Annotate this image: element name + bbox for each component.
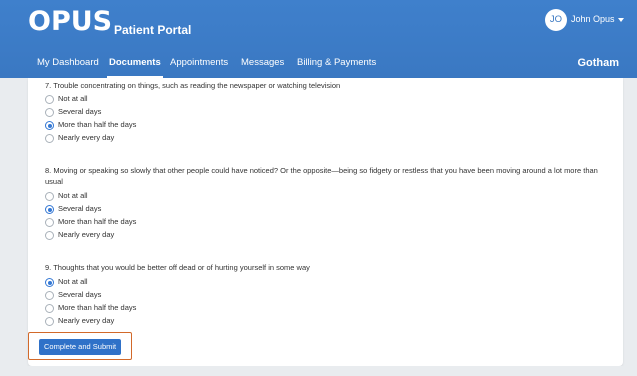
option-label: Several days — [58, 107, 102, 116]
portal-title: Patient Portal — [114, 23, 192, 37]
radio-button[interactable] — [45, 134, 54, 143]
opus-logo[interactable]: OPUS — [28, 6, 112, 38]
option-label: Nearly every day — [58, 133, 115, 142]
radio-button[interactable] — [45, 291, 54, 300]
radio-button[interactable] — [45, 108, 54, 117]
option-label: More than half the days — [58, 120, 137, 129]
radio-button[interactable] — [45, 95, 54, 104]
chevron-down-icon — [617, 17, 624, 22]
radio-button-selected[interactable] — [45, 205, 54, 214]
nav-documents-label: Documents — [109, 57, 161, 68]
avatar[interactable]: JO — [545, 9, 567, 31]
option-label: Not at all — [58, 191, 88, 200]
option-label: Not at all — [58, 277, 88, 286]
main-nav: My Dashboard Documents Appointments Mess… — [0, 48, 637, 78]
option-label: Nearly every day — [58, 316, 115, 325]
user-name: John Opus — [571, 14, 615, 24]
radio-button[interactable] — [45, 192, 54, 201]
question-8-text: 8. Moving or speaking so slowly that oth… — [45, 166, 598, 186]
complete-and-submit-button[interactable]: Complete and Submit — [39, 339, 122, 355]
page-bottom-gap — [28, 366, 623, 376]
nav-billing-payments[interactable]: Billing & Payments — [297, 48, 376, 78]
radio-button[interactable] — [45, 218, 54, 227]
question-7-text: 7. Trouble concentrating on things, such… — [45, 81, 341, 90]
radio-button[interactable] — [45, 317, 54, 326]
nav-appointments[interactable]: Appointments — [170, 48, 228, 78]
option-label: More than half the days — [58, 217, 137, 226]
option-label: Several days — [58, 290, 102, 299]
nav-documents[interactable]: Documents — [107, 48, 163, 78]
option-label: Nearly every day — [58, 230, 115, 239]
option-label: More than half the days — [58, 303, 137, 312]
radio-button[interactable] — [45, 231, 54, 240]
radio-button-selected[interactable] — [45, 278, 54, 287]
app-header: OPUS Patient Portal JO John Opus My Dash… — [0, 0, 637, 78]
radio-button-selected[interactable] — [45, 121, 54, 130]
radio-button[interactable] — [45, 304, 54, 313]
option-label: Not at all — [58, 94, 88, 103]
nav-my-dashboard[interactable]: My Dashboard — [37, 48, 99, 78]
option-label: Several days — [58, 204, 102, 213]
org-name: Gotham — [577, 57, 619, 69]
submit-highlight-box: Complete and Submit — [28, 332, 132, 360]
user-menu[interactable]: John Opus — [571, 14, 624, 24]
question-9-text: 9. Thoughts that you would be better off… — [45, 263, 310, 272]
nav-messages[interactable]: Messages — [241, 48, 284, 78]
